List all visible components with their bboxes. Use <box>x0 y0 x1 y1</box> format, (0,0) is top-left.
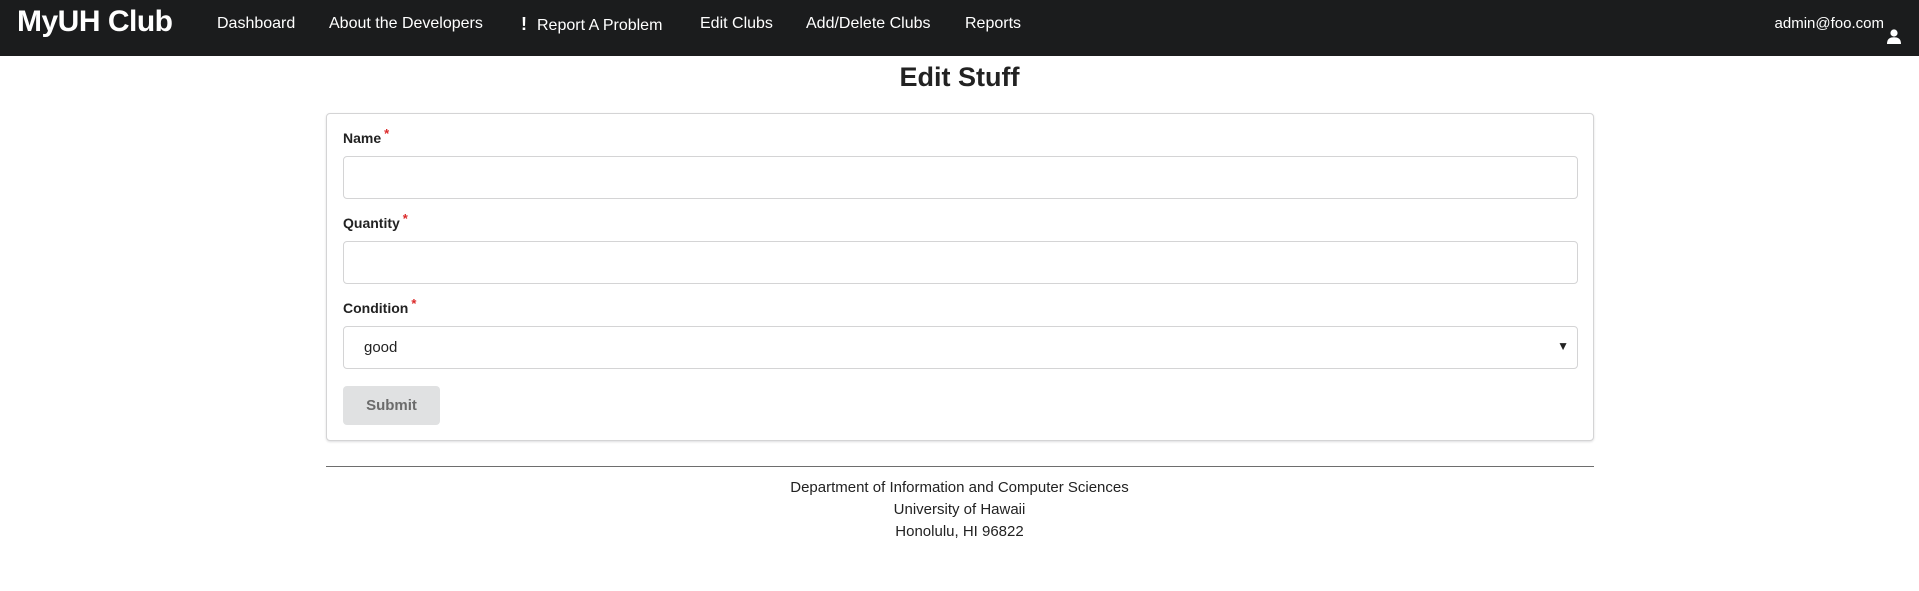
exclamation-icon: ! <box>521 14 527 34</box>
footer-line-department: Department of Information and Computer S… <box>790 479 1129 496</box>
user-icon <box>1886 16 1902 44</box>
nav-item-report-problem-label: Report A Problem <box>537 17 663 34</box>
nav-item-add-delete-clubs[interactable]: Add/Delete Clubs <box>806 0 931 48</box>
nav-item-reports[interactable]: Reports <box>965 0 1021 48</box>
chevron-down-icon: ▼ <box>1557 339 1569 353</box>
name-input[interactable] <box>343 156 1578 199</box>
condition-field-label: Condition * <box>343 296 416 316</box>
brand-logo[interactable]: MyUH Club <box>17 5 173 39</box>
footer: Department of Information and Computer S… <box>0 477 1919 543</box>
user-menu[interactable]: admin@foo.com <box>1775 0 1902 48</box>
condition-select-value: good <box>364 339 398 356</box>
quantity-label-text: Quantity <box>343 215 400 231</box>
nav-item-about-developers[interactable]: About the Developers <box>329 0 483 48</box>
nav-item-report-problem[interactable]: ! Report A Problem <box>521 0 662 48</box>
required-marker: * <box>402 211 408 226</box>
nav-item-dashboard[interactable]: Dashboard <box>217 0 295 48</box>
quantity-input[interactable] <box>343 241 1578 284</box>
condition-select[interactable]: good ▼ <box>343 326 1578 369</box>
required-marker: * <box>384 126 390 141</box>
required-marker: * <box>411 296 417 311</box>
user-email: admin@foo.com <box>1774 15 1884 32</box>
submit-button[interactable]: Submit <box>343 386 440 425</box>
edit-stuff-form: Name * Quantity * Condition * good ▼ Submit <box>326 113 1594 441</box>
name-field-label: Name * <box>343 126 389 146</box>
footer-divider <box>326 466 1594 467</box>
nav-item-edit-clubs[interactable]: Edit Clubs <box>700 0 773 48</box>
top-navbar: MyUH Club Dashboard About the Developers… <box>0 0 1919 56</box>
footer-line-address: Honolulu, HI 96822 <box>895 523 1024 540</box>
name-label-text: Name <box>343 130 382 146</box>
page-title: Edit Stuff <box>899 62 1020 92</box>
quantity-field-label: Quantity * <box>343 211 408 231</box>
footer-line-university: University of Hawaii <box>893 501 1026 518</box>
condition-label-text: Condition <box>343 300 409 316</box>
